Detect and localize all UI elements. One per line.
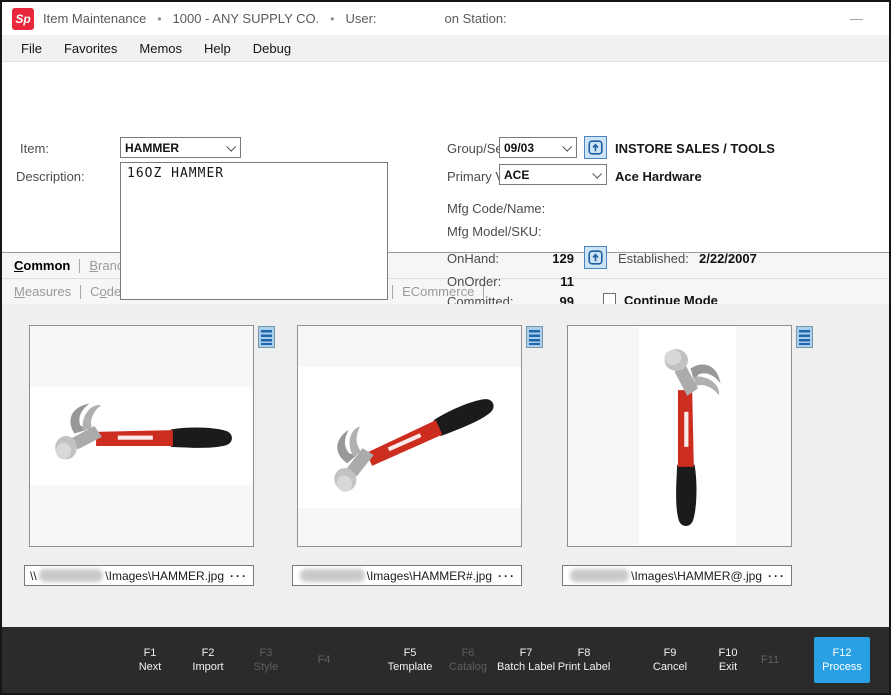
path-text: \Images\HAMMER.jpg bbox=[105, 569, 224, 583]
onhand-label: OnHand: bbox=[447, 251, 499, 266]
function-key[interactable]: F4 bbox=[295, 653, 353, 667]
title-separator-dot: • bbox=[330, 12, 334, 26]
function-key[interactable]: F12 Process bbox=[814, 637, 870, 683]
menu-item[interactable]: Help bbox=[193, 35, 242, 62]
window-title: Item Maintenance bbox=[43, 11, 146, 26]
image-frame bbox=[297, 325, 522, 547]
chevron-down-icon bbox=[592, 169, 602, 179]
item-combobox[interactable]: HAMMER bbox=[120, 137, 241, 158]
open-lookup-icon bbox=[588, 140, 603, 155]
image-panel: \Images\HAMMER@.jpg ··· bbox=[567, 325, 792, 587]
open-lookup-icon bbox=[588, 250, 603, 265]
onorder-label: OnOrder: bbox=[447, 274, 501, 289]
redacted-server-name bbox=[39, 569, 104, 582]
group-section-lookup-button[interactable] bbox=[584, 136, 607, 159]
group-section-combobox[interactable]: 09/03 bbox=[499, 137, 577, 158]
hammer-photo bbox=[639, 326, 736, 546]
chevron-down-icon bbox=[562, 142, 572, 152]
redacted-server-name bbox=[570, 569, 629, 582]
menu-bar: File Favorites Memos Help Debug bbox=[2, 35, 889, 62]
function-key[interactable]: F6 Catalog bbox=[439, 646, 497, 674]
hamburger-menu-icon bbox=[261, 330, 272, 345]
image-frame bbox=[29, 325, 254, 547]
hammer-image bbox=[46, 398, 238, 474]
tab-separator bbox=[80, 285, 81, 299]
hammer-image bbox=[306, 364, 512, 512]
image-path-field[interactable]: \\ \Images\HAMMER.jpg ··· bbox=[24, 565, 254, 586]
image-panel: \\ \Images\HAMMER.jpg ··· bbox=[29, 325, 254, 587]
description-textarea[interactable]: 16OZ HAMMER bbox=[120, 162, 388, 300]
image-menu-button[interactable] bbox=[796, 326, 813, 348]
group-section-name: INSTORE SALES / TOOLS bbox=[615, 141, 775, 156]
onorder-value: 11 bbox=[504, 274, 574, 289]
chevron-down-icon bbox=[226, 142, 236, 152]
function-key[interactable]: F11 bbox=[741, 653, 799, 667]
onhand-lookup-button[interactable] bbox=[584, 246, 607, 269]
item-maintenance-window: Sp Item Maintenance • 1000 - ANY SUPPLY … bbox=[0, 0, 891, 695]
user-label: User: bbox=[345, 11, 376, 26]
browse-button[interactable]: ··· bbox=[498, 569, 516, 583]
function-key[interactable]: F7 Batch Label bbox=[497, 646, 555, 674]
image-path-field[interactable]: \Images\HAMMER#.jpg ··· bbox=[292, 565, 522, 586]
app-logo-icon: Sp bbox=[12, 8, 34, 30]
mfg-code-label: Mfg Code/Name: bbox=[447, 201, 545, 216]
image-panel: \Images\HAMMER#.jpg ··· bbox=[297, 325, 522, 587]
minimize-button[interactable]: — bbox=[850, 11, 863, 26]
path-text: \Images\HAMMER#.jpg bbox=[367, 569, 492, 583]
item-form: Item: HAMMER Description: 16OZ HAMMER Gr… bbox=[2, 62, 889, 252]
tab-separator bbox=[79, 259, 80, 273]
menu-item[interactable]: File bbox=[10, 35, 53, 62]
function-key[interactable]: F5 Template bbox=[381, 646, 439, 674]
title-bar: Sp Item Maintenance • 1000 - ANY SUPPLY … bbox=[2, 2, 889, 35]
redacted-server-name bbox=[300, 569, 365, 582]
image-path-field[interactable]: \Images\HAMMER@.jpg ··· bbox=[562, 565, 792, 586]
company-name: 1000 - ANY SUPPLY CO. bbox=[173, 11, 320, 26]
station-label: on Station: bbox=[445, 11, 507, 26]
function-key[interactable]: F3 Style bbox=[237, 646, 295, 674]
primary-vendor-combobox[interactable]: ACE bbox=[499, 164, 607, 185]
browse-button[interactable]: ··· bbox=[768, 569, 786, 583]
browse-button[interactable]: ··· bbox=[230, 569, 248, 583]
hammer-photo bbox=[30, 387, 253, 485]
hammer-image bbox=[650, 340, 726, 532]
function-key-bar: F1 Next F2 Import F3 Style F4 F5 Templat… bbox=[2, 627, 889, 693]
item-label: Item: bbox=[20, 141, 49, 156]
function-key[interactable]: F1 Next bbox=[121, 646, 179, 674]
hammer-photo bbox=[298, 367, 521, 508]
mfg-model-label: Mfg Model/SKU: bbox=[447, 224, 542, 239]
title-separator-dot: • bbox=[157, 12, 161, 26]
function-key[interactable]: F8 Print Label bbox=[555, 646, 613, 674]
tab-separator bbox=[392, 285, 393, 299]
path-prefix: \\ bbox=[30, 569, 37, 583]
image-frame bbox=[567, 325, 792, 547]
menu-item[interactable]: Debug bbox=[242, 35, 302, 62]
function-key[interactable]: F9 Cancel bbox=[641, 646, 699, 674]
established-value: 2/22/2007 bbox=[699, 251, 757, 266]
onhand-value: 129 bbox=[504, 251, 574, 266]
hamburger-menu-icon bbox=[799, 330, 810, 345]
menu-item[interactable]: Favorites bbox=[53, 35, 128, 62]
image-menu-button[interactable] bbox=[526, 326, 543, 348]
secondary-tab[interactable]: Measures bbox=[14, 284, 90, 299]
primary-tab[interactable]: Common bbox=[14, 258, 89, 273]
menu-item[interactable]: Memos bbox=[128, 35, 193, 62]
description-label: Description: bbox=[16, 169, 85, 184]
path-text: \Images\HAMMER@.jpg bbox=[631, 569, 762, 583]
image-menu-button[interactable] bbox=[258, 326, 275, 348]
primary-vendor-name: Ace Hardware bbox=[615, 169, 702, 184]
function-key[interactable]: F2 Import bbox=[179, 646, 237, 674]
hamburger-menu-icon bbox=[529, 330, 540, 345]
established-label: Established: bbox=[618, 251, 689, 266]
images-tab-panel: \\ \Images\HAMMER.jpg ··· bbox=[2, 304, 889, 627]
